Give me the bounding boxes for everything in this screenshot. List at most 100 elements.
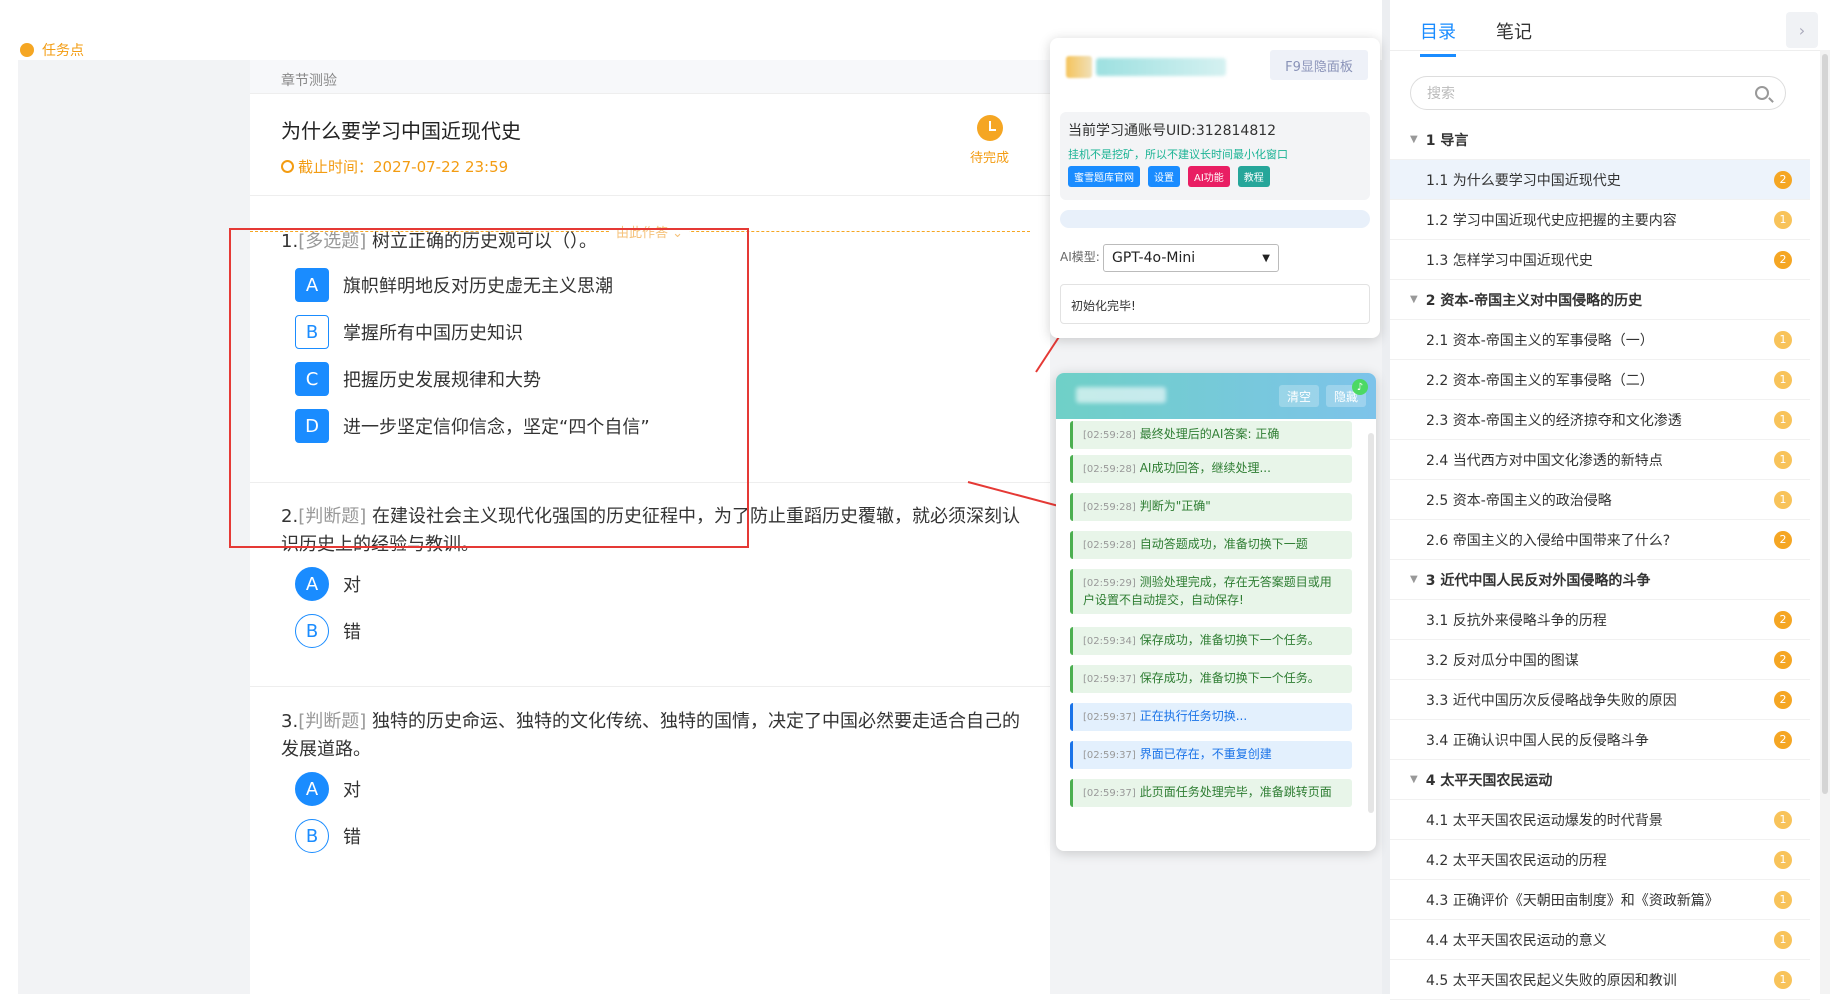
settings-button[interactable]: 设置 — [1148, 166, 1180, 187]
progress-bar — [1060, 210, 1370, 228]
sidebar-scrollbar-thumb[interactable] — [1822, 54, 1828, 794]
caret-down-icon[interactable]: ▼ — [1410, 774, 1418, 785]
clear-log-button[interactable]: 清空 — [1279, 385, 1320, 407]
toc-item[interactable]: 4.3 正确评价《天朝田亩制度》和《资政新篇》 1 — [1390, 880, 1810, 920]
task-count-badge: 1 — [1774, 450, 1792, 469]
search-icon[interactable] — [1755, 86, 1769, 100]
toc-section[interactable]: ▼ 1 导言 — [1390, 120, 1810, 160]
quiz-status: 待完成 — [970, 115, 1009, 166]
task-point-dot-icon — [20, 43, 34, 57]
toc-item[interactable]: 3.2 反对瓜分中国的图谋 2 — [1390, 640, 1810, 680]
toc-label: 1.1 为什么要学习中国近现代史 — [1426, 172, 1621, 189]
toc-list: ▼ 1 导言 1.1 为什么要学习中国近现代史 2 1.2 学习中国近现代史应把握的主要… — [1390, 120, 1810, 1000]
quiz-title: 为什么要学习中国近现代史 — [281, 119, 521, 143]
log-entry: [02:59:29] 测验处理完成，存在无答案题目或用户设置不自动提交，自动保存! — [1070, 569, 1352, 614]
toc-section[interactable]: ▼ 4 太平天国农民运动 — [1390, 760, 1810, 800]
toc-item[interactable]: 2.3 资本-帝国主义的经济掠夺和文化渗透 1 — [1390, 400, 1810, 440]
option-text: 错 — [343, 827, 361, 848]
tab-notes[interactable]: 笔记 — [1496, 18, 1532, 57]
toc-item[interactable]: 4.2 太平天国农民运动的历程 1 — [1390, 840, 1810, 880]
toc-item[interactable]: 4.4 太平天国农民运动的意义 1 — [1390, 920, 1810, 960]
q2-option-b[interactable]: B 错 — [295, 614, 361, 648]
caret-down-icon[interactable]: ▼ — [1410, 294, 1418, 305]
toc-label: 3 近代中国人民反对外国侵略的斗争 — [1425, 572, 1651, 589]
toc-label: 3.4 正确认识中国人民的反侵略斗争 — [1426, 732, 1649, 749]
log-panel: 清空 隐藏 ♪ [02:59:28] 最终处理后的AI答案: 正确 [02:59:… — [1056, 373, 1376, 851]
toc-label: 4.3 正确评价《天朝田亩制度》和《资政新篇》 — [1426, 892, 1719, 909]
option-letter[interactable]: B — [295, 614, 329, 648]
task-count-badge: 2 — [1774, 170, 1792, 189]
blurred-title — [1076, 387, 1166, 403]
question-number: 3. — [281, 711, 299, 732]
q3-option-b[interactable]: B 错 — [295, 819, 361, 853]
toc-item[interactable]: 4.5 太平天国农民起义失败的原因和教训 1 — [1390, 960, 1810, 1000]
log-scrollbar[interactable] — [1368, 433, 1374, 813]
toc-item[interactable]: 1.2 学习中国近现代史应把握的主要内容 1 — [1390, 200, 1810, 240]
task-count-badge: 1 — [1774, 490, 1792, 509]
toc-item[interactable]: 3.4 正确认识中国人民的反侵略斗争 2 — [1390, 720, 1810, 760]
task-point-label: 任务点 — [42, 43, 84, 59]
log-entry: [02:59:34] 保存成功，准备切换下一个任务。 — [1070, 627, 1352, 655]
status-output: 初始化完毕! — [1060, 284, 1370, 324]
sidebar-splitter[interactable] — [1382, 0, 1390, 994]
question-type: [判断题] — [298, 711, 367, 732]
toc-item[interactable]: 1.1 为什么要学习中国近现代史 2 — [1390, 160, 1810, 200]
ai-model-select[interactable]: GPT-4o-Mini ▼ — [1103, 244, 1279, 272]
task-count-badge: 2 — [1774, 610, 1792, 629]
caret-down-icon[interactable]: ▼ — [1410, 574, 1418, 585]
toc-label: 2.5 资本-帝国主义的政治侵略 — [1426, 492, 1612, 509]
q3-option-a[interactable]: A 对 — [295, 772, 361, 806]
toc-item[interactable]: 3.3 近代中国历次反侵略战争失败的原因 2 — [1390, 680, 1810, 720]
task-point-indicator: 任务点 — [20, 40, 84, 60]
question-bank-link[interactable]: 蜜雪题库官网 — [1068, 166, 1140, 187]
toc-item[interactable]: 2.4 当代西方对中国文化渗透的新特点 1 — [1390, 440, 1810, 480]
toggle-panel-button[interactable]: F9显隐面板 — [1270, 50, 1368, 80]
option-text: 对 — [343, 575, 361, 596]
sidebar-collapse-button[interactable]: › — [1786, 12, 1818, 48]
log-entry: [02:59:28] 判断为"正确" — [1070, 493, 1352, 521]
toc-sidebar: 目录 笔记 › 搜索 ▼ 1 导言 1.1 为什么要学习中国近现代史 2 1.2 学习中… — [1390, 0, 1830, 1000]
toc-item[interactable]: 2.1 资本-帝国主义的军事侵略（一） 1 — [1390, 320, 1810, 360]
toc-label: 4.4 太平天国农民运动的意义 — [1426, 932, 1607, 949]
toc-label: 4.1 太平天国农民运动爆发的时代背景 — [1426, 812, 1663, 829]
model-label: AI模型: — [1060, 250, 1100, 264]
task-count-badge: 1 — [1774, 850, 1792, 869]
option-letter[interactable]: A — [295, 772, 329, 806]
task-count-badge: 1 — [1774, 970, 1792, 989]
toc-label: 4 太平天国农民运动 — [1425, 772, 1553, 789]
log-entry: [02:59:28] AI成功回答，继续处理... — [1070, 455, 1352, 483]
task-count-badge: 2 — [1774, 650, 1792, 669]
helper-panel: F9显隐面板 当前学习通账号UID:312814812 挂机不是挖矿，所以不建议… — [1050, 38, 1380, 338]
log-entry: [02:59:37] 正在执行任务切换... — [1070, 703, 1352, 731]
clock-status-icon — [976, 115, 1003, 141]
divider — [250, 195, 1050, 196]
search-input[interactable]: 搜索 — [1410, 76, 1786, 110]
toc-label: 2 资本-帝国主义对中国侵略的历史 — [1425, 292, 1643, 309]
toc-item[interactable]: 4.1 太平天国农民运动爆发的时代背景 1 — [1390, 800, 1810, 840]
task-count-badge: 1 — [1774, 410, 1792, 429]
question-3: 3.[判断题] 独特的历史命运、独特的文化传统、独特的国情，决定了中国必然要走适… — [281, 708, 1031, 764]
toc-item[interactable]: 1.3 怎样学习中国近现代史 2 — [1390, 240, 1810, 280]
toc-label: 3.3 近代中国历次反侵略战争失败的原因 — [1426, 692, 1677, 709]
option-letter[interactable]: A — [295, 567, 329, 601]
toc-item[interactable]: 2.6 帝国主义的入侵给中国带来了什么? 2 — [1390, 520, 1810, 560]
log-entry: [02:59:28] 自动答题成功，准备切换下一题 — [1070, 531, 1352, 559]
toc-section[interactable]: ▼ 2 资本-帝国主义对中国侵略的历史 — [1390, 280, 1810, 320]
ai-feature-button[interactable]: AI功能 — [1188, 166, 1230, 187]
toc-item[interactable]: 3.1 反抗外来侵略斗争的历程 2 — [1390, 600, 1810, 640]
log-header: 清空 隐藏 ♪ — [1056, 373, 1376, 419]
task-count-badge: 2 — [1774, 530, 1792, 549]
toc-section[interactable]: ▼ 3 近代中国人民反对外国侵略的斗争 — [1390, 560, 1810, 600]
tab-catalog[interactable]: 目录 — [1420, 18, 1456, 57]
task-count-badge: 1 — [1774, 210, 1792, 229]
tutorial-button[interactable]: 教程 — [1237, 166, 1270, 187]
task-count-badge: 2 — [1774, 690, 1792, 709]
q2-option-a[interactable]: A 对 — [295, 567, 361, 601]
toc-item[interactable]: 2.5 资本-帝国主义的政治侵略 1 — [1390, 480, 1810, 520]
toc-item[interactable]: 2.2 资本-帝国主义的军事侵略（二） 1 — [1390, 360, 1810, 400]
toc-label: 4.5 太平天国农民起义失败的原因和教训 — [1426, 972, 1677, 989]
log-entry: [02:59:37] 此页面任务处理完毕，准备跳转页面 — [1070, 779, 1352, 807]
bell-icon[interactable]: ♪ — [1352, 379, 1368, 395]
option-letter[interactable]: B — [295, 819, 329, 853]
caret-down-icon[interactable]: ▼ — [1410, 134, 1418, 145]
